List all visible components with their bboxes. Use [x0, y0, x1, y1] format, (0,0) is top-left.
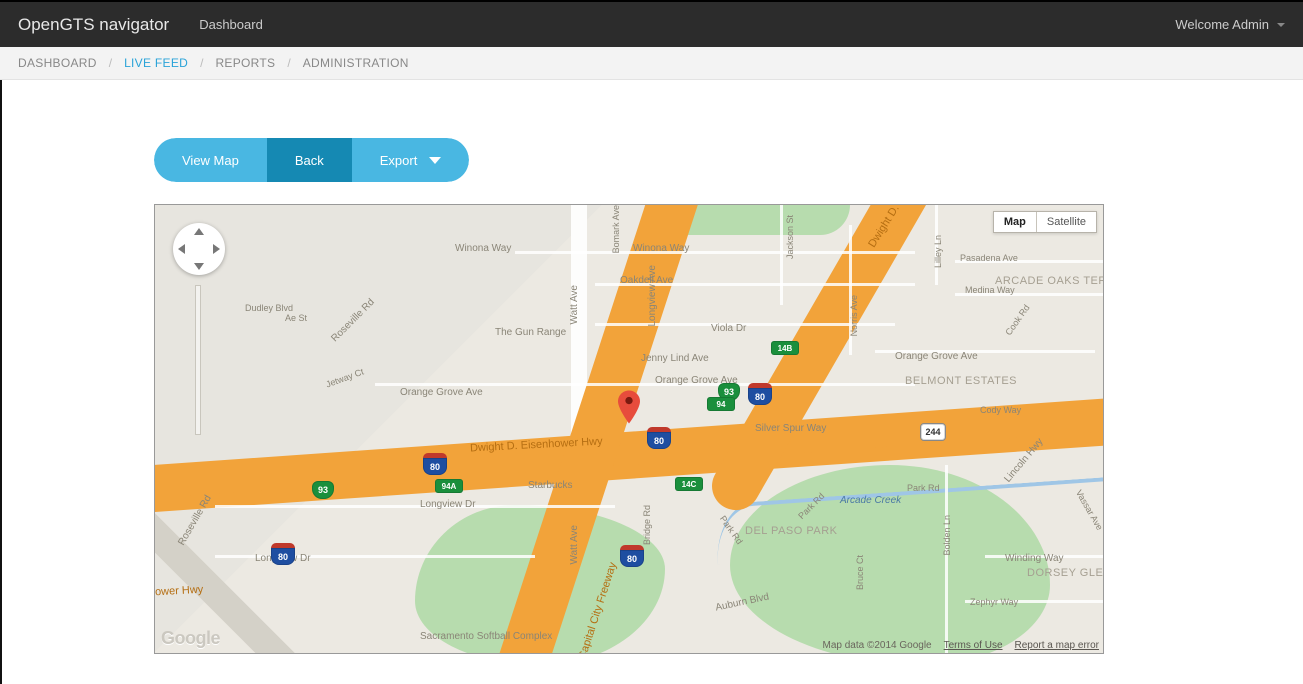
action-pillbar: View Map Back Export: [154, 138, 469, 182]
shield-ca-icon: 93: [312, 481, 334, 499]
map-terms-link[interactable]: Terms of Use: [944, 640, 1003, 651]
shield-us-icon: 244: [920, 423, 946, 441]
shield-exit-icon: 14B: [771, 341, 799, 355]
street: [945, 465, 948, 654]
shield-exit-icon: 94A: [435, 479, 463, 493]
shield-interstate-icon: 80: [647, 427, 671, 449]
view-map-button[interactable]: View Map: [154, 138, 267, 182]
arrow-left-icon: [178, 244, 185, 254]
street: [375, 383, 915, 386]
street: [215, 505, 615, 508]
street: [215, 555, 535, 558]
map-report-link[interactable]: Report a map error: [1015, 640, 1099, 651]
map-marker-icon[interactable]: [618, 390, 640, 424]
bc-live-feed[interactable]: LIVE FEED: [124, 56, 188, 70]
map-type-map[interactable]: Map: [994, 212, 1036, 232]
street: [595, 283, 915, 286]
map-pan-control[interactable]: [173, 223, 225, 275]
street: [935, 205, 938, 285]
view-map-label: View Map: [182, 153, 239, 168]
shield-exit-icon: 94: [707, 397, 735, 411]
content-frame: View Map Back Export: [0, 80, 1303, 684]
map-type-satellite[interactable]: Satellite: [1036, 212, 1096, 232]
brand: OpenGTS navigator: [18, 15, 169, 35]
arrow-down-icon: [194, 263, 204, 270]
bc-sep: /: [200, 56, 203, 70]
map-type-control: Map Satellite: [993, 211, 1097, 233]
shield-interstate-icon: 80: [748, 383, 772, 405]
street: [955, 293, 1104, 296]
arrow-up-icon: [194, 228, 204, 235]
map-zoom-slider[interactable]: [195, 285, 201, 435]
street: [965, 600, 1104, 603]
welcome-text: Welcome Admin: [1175, 17, 1269, 32]
street: [515, 251, 915, 254]
street: [955, 260, 1104, 263]
export-button[interactable]: Export: [352, 138, 470, 182]
bc-sep: /: [287, 56, 290, 70]
nav-dashboard-link[interactable]: Dashboard: [199, 17, 263, 32]
navbar: OpenGTS navigator Dashboard Welcome Admi…: [0, 2, 1303, 47]
shield-interstate-icon: 80: [423, 453, 447, 475]
map-canvas[interactable]: Winona Way Winona Way Oakdell Ave Viola …: [154, 204, 1104, 654]
export-label: Export: [380, 153, 418, 168]
arrow-right-icon: [213, 244, 220, 254]
back-button[interactable]: Back: [267, 138, 352, 182]
breadcrumb: DASHBOARD / LIVE FEED / REPORTS / ADMINI…: [0, 47, 1303, 80]
bc-administration[interactable]: ADMINISTRATION: [303, 56, 409, 70]
street: [985, 555, 1104, 558]
street: [780, 205, 783, 305]
user-menu[interactable]: Welcome Admin: [1175, 17, 1285, 32]
bc-sep: /: [109, 56, 112, 70]
chevron-down-icon: [429, 157, 441, 164]
street: [849, 225, 852, 355]
content: View Map Back Export: [2, 80, 1122, 684]
street: [875, 350, 1095, 353]
shield-interstate-icon: 80: [620, 545, 644, 567]
bc-reports[interactable]: REPORTS: [215, 56, 275, 70]
navbar-left: OpenGTS navigator Dashboard: [18, 15, 263, 35]
shield-interstate-icon: 80: [271, 543, 295, 565]
map-attribution: Map data ©2014 Google: [822, 640, 931, 651]
caret-down-icon: [1277, 23, 1285, 27]
map-footer: Map data ©2014 Google Terms of Use Repor…: [822, 640, 1099, 651]
back-label: Back: [295, 153, 324, 168]
shield-exit-icon: 14C: [675, 477, 703, 491]
bc-dashboard[interactable]: DASHBOARD: [18, 56, 97, 70]
